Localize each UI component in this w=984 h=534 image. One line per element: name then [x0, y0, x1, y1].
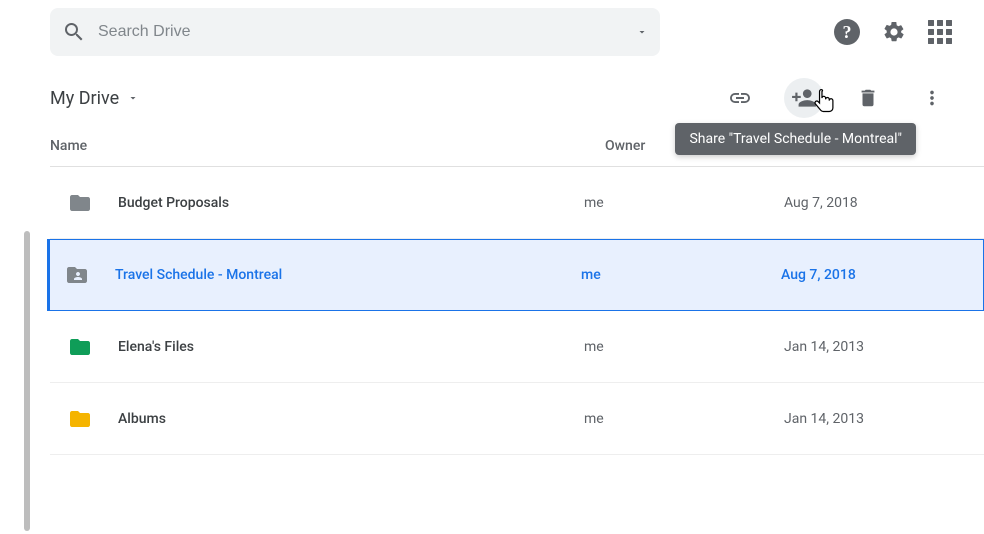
settings-gear-icon[interactable]: [882, 20, 906, 44]
search-input[interactable]: [86, 23, 636, 41]
file-owner: me: [584, 339, 784, 355]
file-owner: me: [584, 195, 784, 211]
help-icon[interactable]: ?: [834, 19, 860, 45]
folder-icon: [68, 335, 92, 359]
trash-icon: [857, 87, 879, 109]
col-header-name[interactable]: Name: [50, 138, 605, 154]
search-icon: [62, 20, 86, 44]
scrollbar[interactable]: [24, 231, 30, 531]
location-bar: My Drive Share "Travel Schedule - Montre…: [0, 64, 984, 128]
location-dropdown[interactable]: My Drive: [50, 88, 139, 109]
location-title-label: My Drive: [50, 88, 119, 109]
search-box[interactable]: [50, 8, 660, 56]
file-modified: Aug 7, 2018: [781, 267, 983, 283]
more-vert-icon: [921, 87, 943, 109]
share-tooltip: Share "Travel Schedule - Montreal": [675, 123, 916, 155]
search-options-icon[interactable]: [636, 26, 648, 38]
file-name: Travel Schedule - Montreal: [115, 267, 581, 283]
file-modified: Jan 14, 2013: [784, 339, 984, 355]
file-row[interactable]: Budget ProposalsmeAug 7, 2018: [50, 167, 984, 239]
file-row[interactable]: Travel Schedule - MontrealmeAug 7, 2018: [47, 239, 984, 311]
person-add-icon: [791, 85, 817, 111]
topbar-right: ?: [834, 19, 952, 45]
apps-grid-icon[interactable]: [928, 20, 952, 44]
link-icon: [728, 86, 752, 110]
file-row[interactable]: Elena's FilesmeJan 14, 2013: [50, 311, 984, 383]
more-actions-button[interactable]: [912, 78, 952, 118]
file-owner: me: [584, 411, 784, 427]
delete-button[interactable]: [848, 78, 888, 118]
folder-icon: [68, 191, 92, 215]
caret-down-icon: [127, 92, 139, 104]
file-modified: Aug 7, 2018: [784, 195, 984, 211]
file-name: Albums: [118, 411, 584, 427]
file-row[interactable]: AlbumsmeJan 14, 2013: [50, 383, 984, 455]
share-button[interactable]: Share "Travel Schedule - Montreal": [784, 78, 824, 118]
folder-icon: [68, 407, 92, 431]
file-name: Elena's Files: [118, 339, 584, 355]
file-owner: me: [581, 267, 781, 283]
folder-shared-icon: [65, 263, 89, 287]
file-modified: Jan 14, 2013: [784, 411, 984, 427]
topbar: ?: [0, 0, 984, 64]
file-list: Budget ProposalsmeAug 7, 2018Travel Sche…: [50, 167, 984, 455]
action-icons: Share "Travel Schedule - Montreal": [720, 78, 952, 118]
file-name: Budget Proposals: [118, 195, 584, 211]
get-link-button[interactable]: [720, 78, 760, 118]
